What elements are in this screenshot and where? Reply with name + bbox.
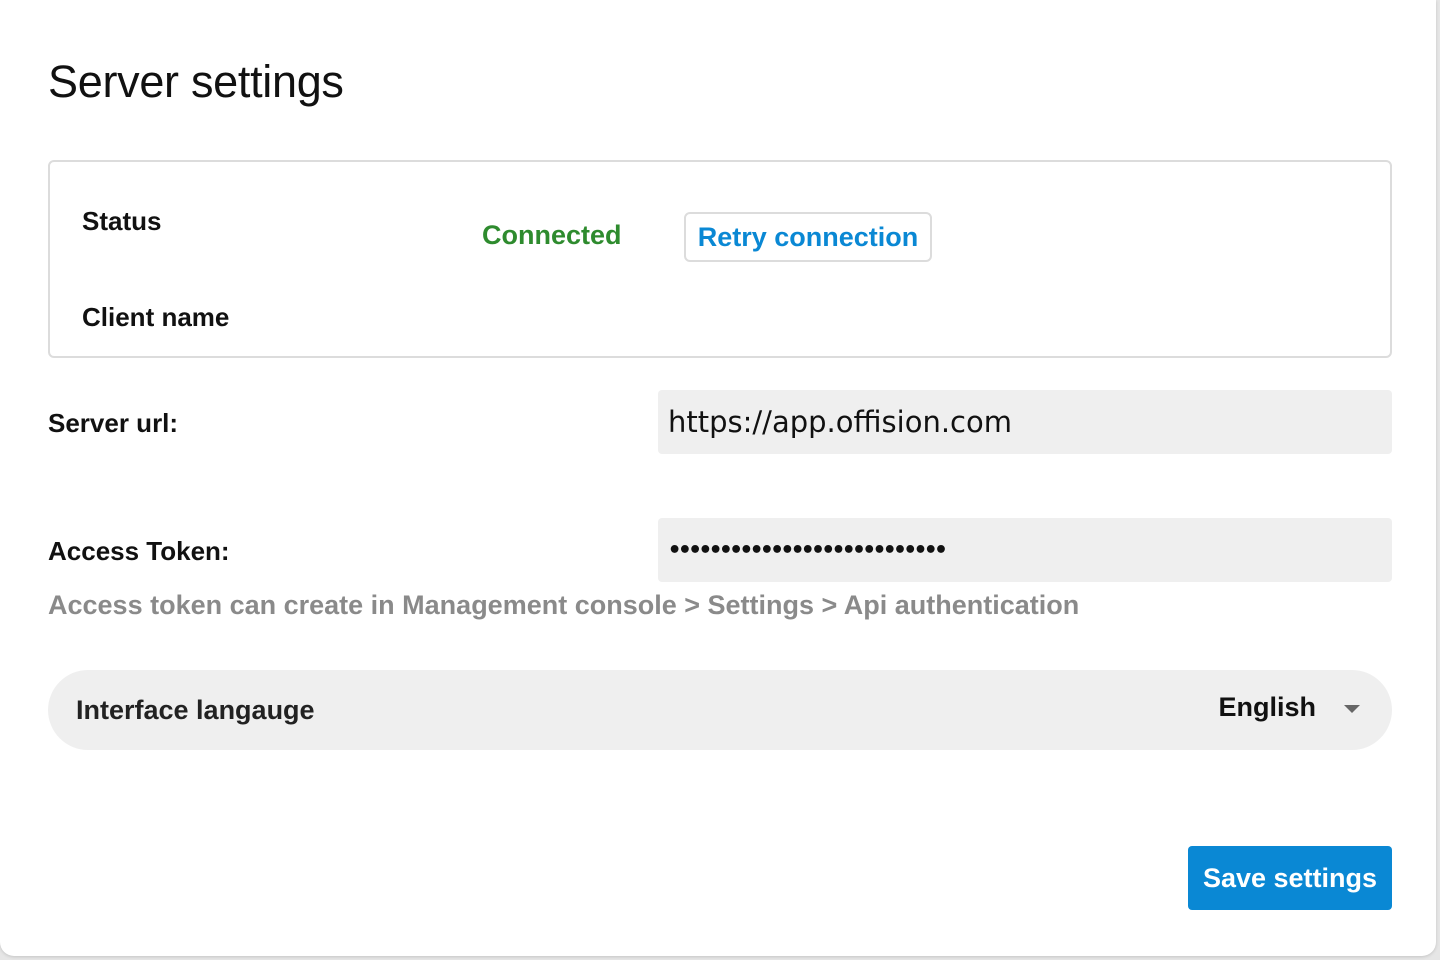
- access-token-hint: Access token can create in Management co…: [48, 590, 1080, 620]
- access-token-masked-value: •••••••••••••••••••••••••••: [668, 537, 948, 563]
- save-settings-button[interactable]: Save settings: [1188, 846, 1392, 910]
- client-name-label: Client name: [82, 302, 230, 332]
- interface-language-row: Interface langauge English: [48, 670, 1392, 750]
- status-value: Connected: [482, 220, 622, 250]
- access-token-label: Access Token:: [48, 536, 230, 566]
- interface-language-value: English: [1218, 692, 1316, 722]
- retry-connection-button[interactable]: Retry connection: [684, 212, 932, 262]
- interface-language-select[interactable]: English: [1218, 692, 1360, 723]
- chevron-down-icon: [1344, 704, 1360, 713]
- interface-language-label: Interface langauge: [76, 695, 315, 725]
- server-url-label: Server url:: [48, 408, 179, 438]
- page-title: Server settings: [48, 56, 344, 107]
- status-label: Status: [82, 206, 162, 236]
- server-url-input[interactable]: https://app.offision.com: [658, 390, 1392, 454]
- status-panel: Status Connected Retry connection Client…: [48, 160, 1392, 358]
- server-settings-dialog: Server settings Status Connected Retry c…: [0, 0, 1436, 956]
- access-token-input[interactable]: •••••••••••••••••••••••••••: [658, 518, 1392, 582]
